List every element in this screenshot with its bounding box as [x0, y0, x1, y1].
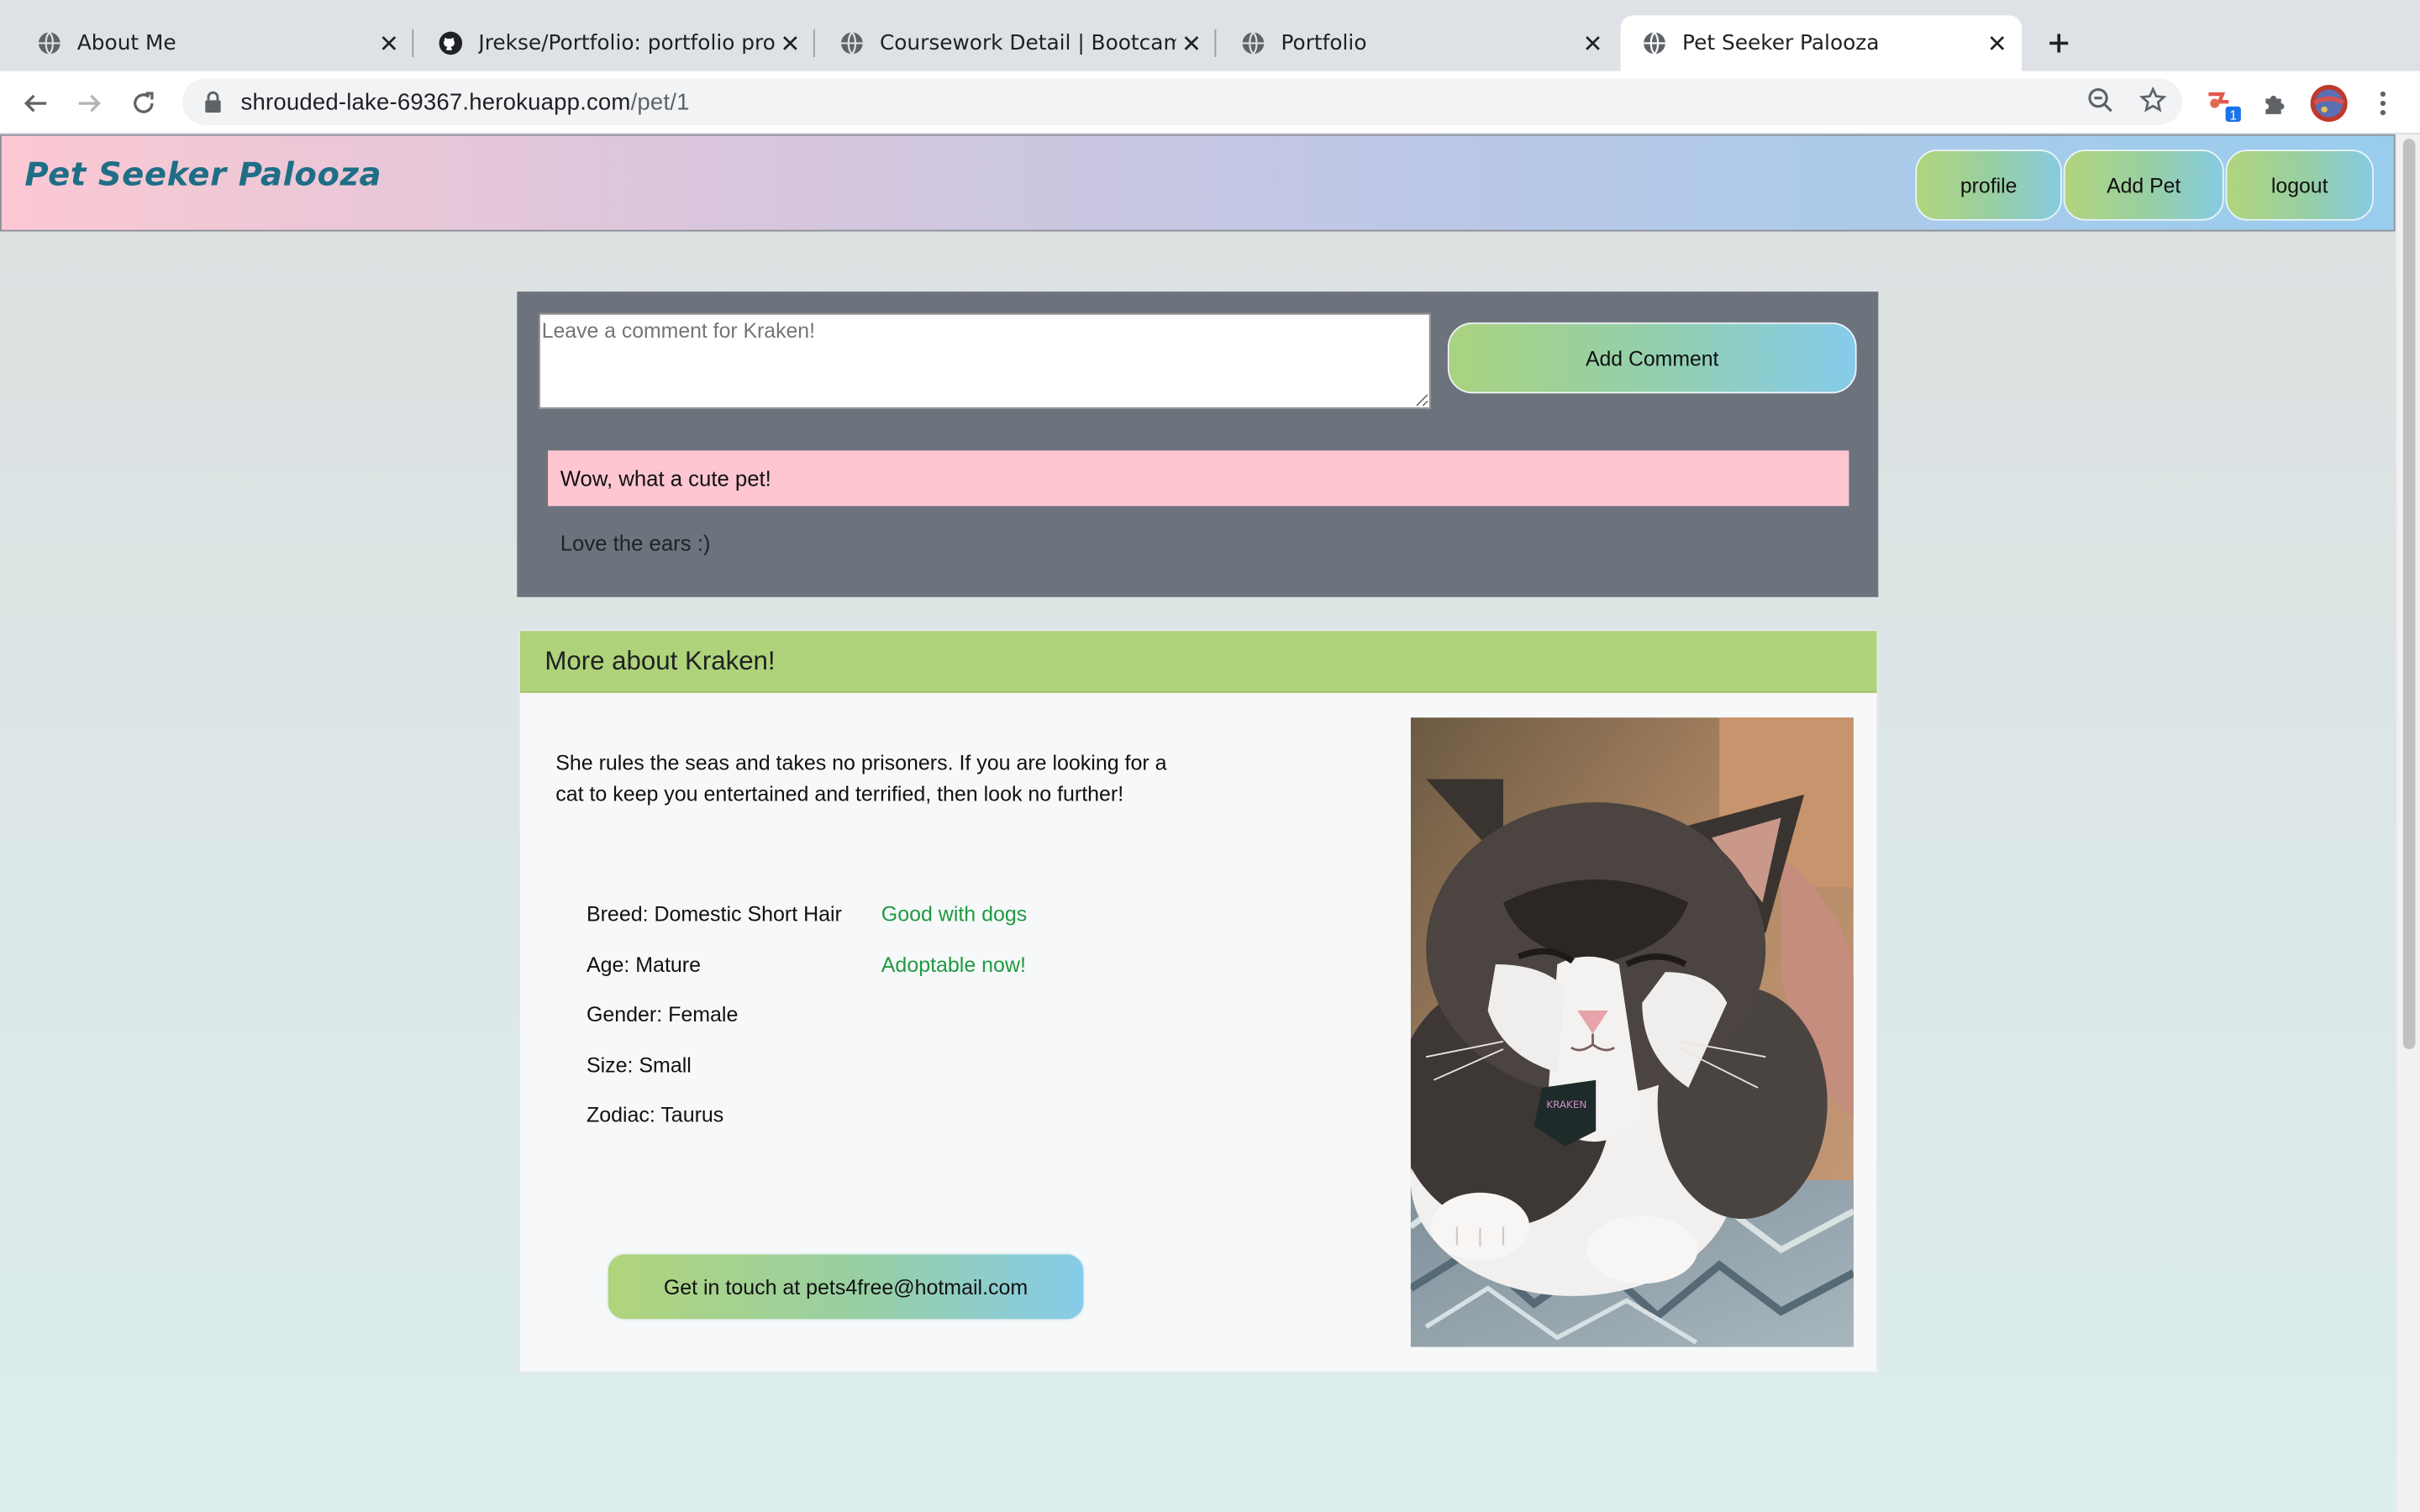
- logout-button[interactable]: logout: [2225, 150, 2374, 221]
- pet-flags: Good with dogs Adoptable now!: [881, 900, 1028, 1000]
- back-button[interactable]: [15, 83, 55, 123]
- add-pet-button[interactable]: Add Pet: [2063, 150, 2224, 221]
- site-brand[interactable]: Pet Seeker Palooza: [24, 156, 381, 193]
- pet-tag-text: KRAKEN: [1546, 1099, 1586, 1110]
- page-viewport: Pet Seeker Palooza profile Add Pet logou…: [0, 134, 2396, 1512]
- extension-icon[interactable]: 1: [2202, 83, 2243, 123]
- tab-portfolio[interactable]: Portfolio: [1219, 15, 1618, 71]
- globe-icon: [1644, 31, 1665, 55]
- forward-button[interactable]: [70, 83, 110, 123]
- site-navbar: Pet Seeker Palooza profile Add Pet logou…: [0, 134, 2396, 232]
- pet-photo: KRAKEN: [1410, 717, 1854, 1347]
- address-bar[interactable]: shrouded-lake-69367.herokuapp.com/pet/1: [182, 78, 2183, 125]
- avatar[interactable]: [2309, 83, 2349, 123]
- pet-description: She rules the seas and takes no prisoner…: [555, 751, 1167, 805]
- pet-age: Age: Mature: [586, 953, 701, 976]
- github-icon: [439, 31, 463, 55]
- tab-github[interactable]: Jrekse/Portfolio: portfolio proje: [417, 15, 815, 71]
- pet-breed: Breed: Domestic Short Hair: [586, 902, 842, 927]
- page-scrollbar[interactable]: [2395, 134, 2420, 1512]
- pet-gender: Gender: Female: [586, 1002, 739, 1026]
- pet-details-card: More about Kraken! She rules the seas an…: [518, 629, 1879, 1373]
- close-icon[interactable]: [1176, 28, 1207, 59]
- comments-panel: Add Comment Wow, what a cute pet! Love t…: [517, 291, 1879, 597]
- new-tab-button[interactable]: [2037, 22, 2080, 65]
- globe-icon: [1242, 31, 1265, 55]
- pet-size: Size: Small: [586, 1053, 692, 1077]
- globe-icon: [841, 31, 863, 55]
- tab-title: Pet Seeker Palooza: [1682, 30, 1880, 56]
- plus-icon: [2049, 34, 2069, 53]
- reload-icon: [134, 92, 154, 113]
- close-icon[interactable]: [1577, 28, 1608, 59]
- extension-badge: 1: [2229, 108, 2237, 122]
- flag-good-with-dogs: Good with dogs: [881, 902, 1028, 927]
- tab-coursework[interactable]: Coursework Detail | Bootcamp: [818, 15, 1217, 71]
- lock-icon[interactable]: [201, 90, 225, 114]
- comment-item: Love the ears :): [560, 530, 711, 556]
- url-host: shrouded-lake-69367.herokuapp.com: [240, 88, 631, 115]
- url-text: shrouded-lake-69367.herokuapp.com/pet/1: [241, 89, 690, 115]
- pet-zodiac: Zodiac: Taurus: [586, 1103, 724, 1126]
- close-icon[interactable]: [373, 28, 404, 59]
- arrow-right-icon: [78, 94, 101, 113]
- menu-kebab-icon[interactable]: [2363, 83, 2403, 123]
- tab-pet-seeker[interactable]: Pet Seeker Palooza: [1620, 15, 2023, 71]
- reload-button[interactable]: [124, 83, 164, 123]
- arrow-left-icon: [24, 94, 47, 113]
- scrollbar-thumb[interactable]: [2402, 139, 2416, 1049]
- browser-toolbar: shrouded-lake-69367.herokuapp.com/pet/1 …: [0, 71, 2420, 134]
- profile-button[interactable]: profile: [1915, 150, 2062, 221]
- url-path: /pet/1: [630, 88, 690, 115]
- contact-button[interactable]: Get in touch at pets4free@hotmail.com: [606, 1252, 1086, 1321]
- extensions-puzzle-icon[interactable]: [2254, 83, 2295, 123]
- tab-about-me[interactable]: About Me: [15, 15, 414, 71]
- cat-photo-illustration: KRAKEN: [1410, 717, 1854, 1347]
- tab-title: Jrekse/Portfolio: portfolio proje: [478, 30, 776, 56]
- screen: About Me Jrekse/Portfolio: portfolio pro…: [0, 0, 2420, 1512]
- tab-strip: About Me Jrekse/Portfolio: portfolio pro…: [0, 0, 2420, 71]
- tab-title: Portfolio: [1281, 30, 1367, 56]
- pet-attributes: Breed: Domestic Short Hair Age: Mature G…: [587, 900, 849, 1150]
- flag-adoptable: Adoptable now!: [881, 953, 1026, 976]
- comment-item: Wow, what a cute pet!: [548, 450, 1849, 507]
- add-comment-button[interactable]: Add Comment: [1447, 322, 1857, 394]
- close-icon[interactable]: [775, 28, 806, 59]
- globe-icon: [38, 31, 60, 55]
- comment-input[interactable]: [539, 312, 1431, 409]
- card-header: More about Kraken!: [519, 631, 1877, 693]
- bookmark-star-icon[interactable]: [2139, 86, 2167, 120]
- close-icon[interactable]: [1981, 28, 2012, 59]
- tab-title: About Me: [76, 30, 176, 56]
- zoom-icon[interactable]: [2086, 87, 2114, 120]
- tab-title: Coursework Detail | Bootcamp: [879, 30, 1176, 56]
